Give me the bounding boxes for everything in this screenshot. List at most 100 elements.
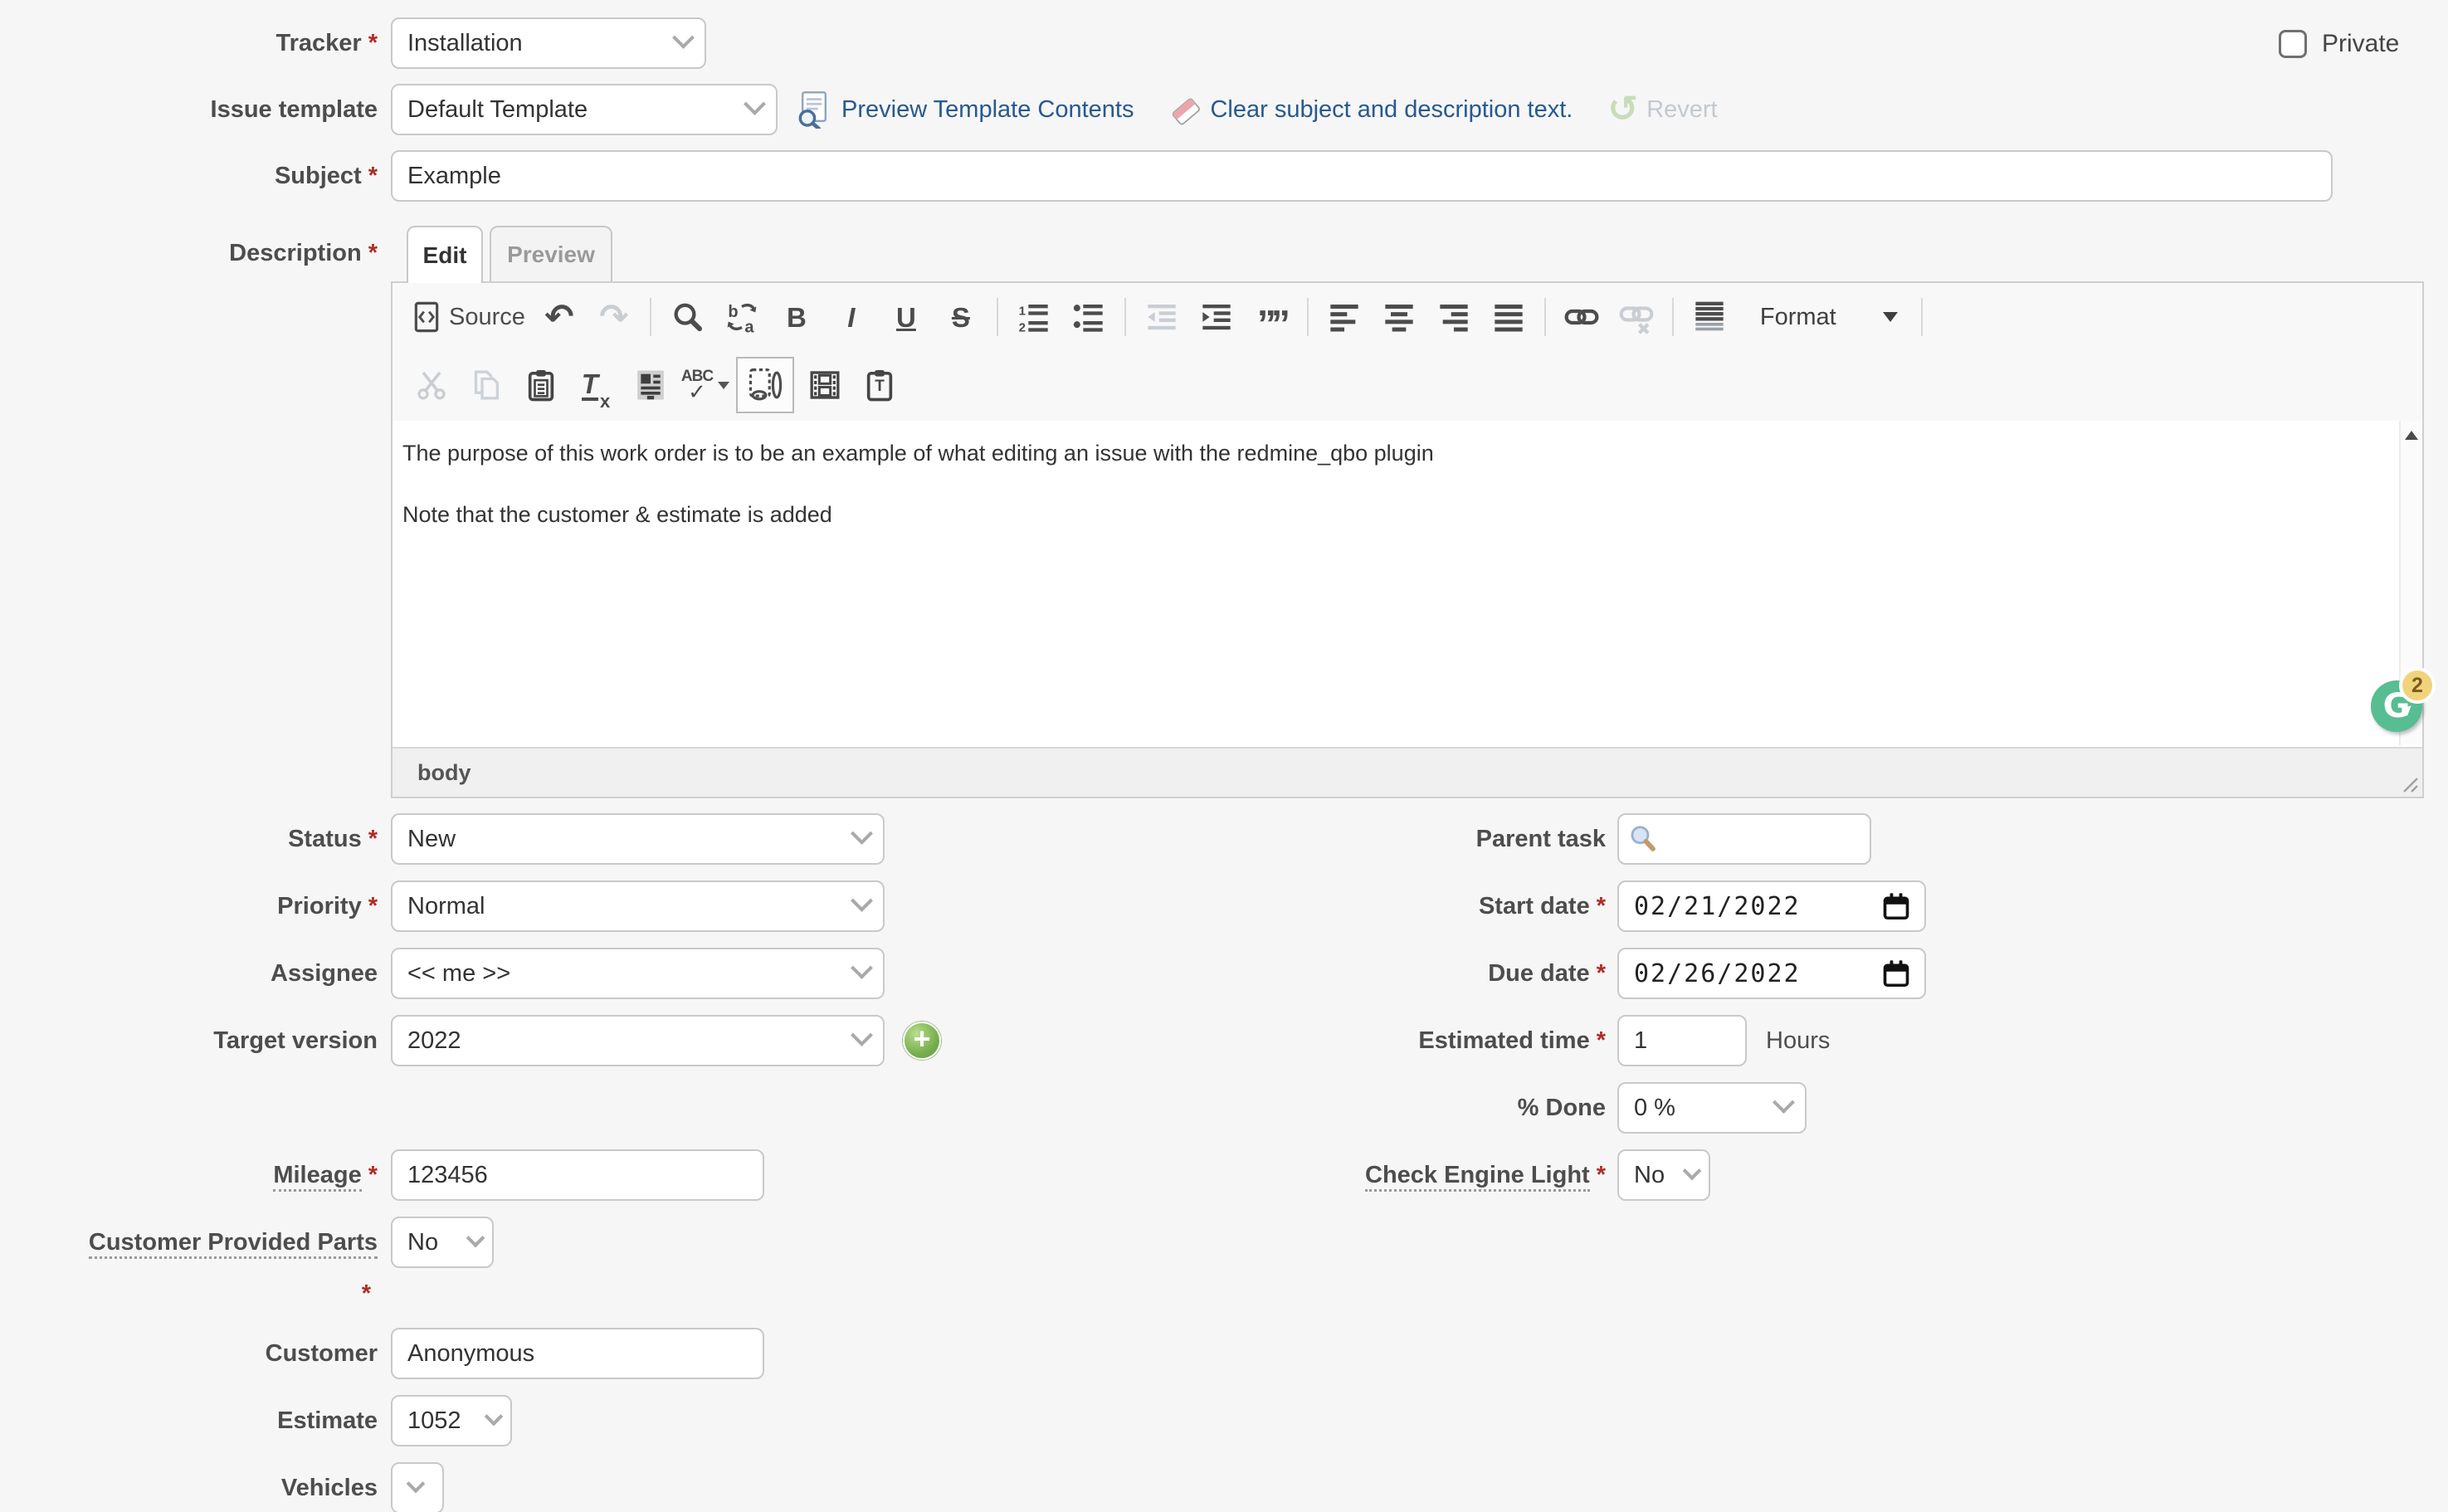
check-engine-light-label: Check Engine Light*	[913, 1149, 1606, 1201]
copy-button[interactable]	[459, 359, 514, 411]
revert-link[interactable]: Revert	[1646, 96, 1717, 124]
select-all-button[interactable]	[623, 359, 678, 411]
search-icon	[671, 300, 704, 334]
outdent-button[interactable]	[1134, 291, 1189, 343]
start-date-label: Start date*	[913, 880, 1606, 932]
due-date-label: Due date*	[913, 948, 1606, 999]
strikethrough-button[interactable]: S	[934, 291, 988, 343]
indent-button[interactable]	[1189, 291, 1244, 343]
tracker-select[interactable]: Installation	[391, 17, 706, 69]
spell-check-button[interactable]: ABC ✓	[678, 359, 733, 411]
element-path-bar: body	[393, 747, 2422, 797]
due-date-input[interactable]: 02/26/2022	[1617, 948, 1926, 999]
calendar-icon[interactable]	[1881, 958, 1911, 988]
description-label: Description*	[0, 226, 378, 281]
undo-button[interactable]: ↶	[532, 291, 587, 343]
copy-icon	[470, 368, 503, 402]
check-engine-light-select[interactable]: No	[1617, 1149, 1710, 1201]
customer-label: Customer	[0, 1328, 378, 1379]
chevron-down-icon	[466, 1229, 485, 1248]
redo-button[interactable]: ↷	[587, 291, 641, 343]
chevron-down-icon	[672, 27, 695, 49]
clear-text-link[interactable]: Clear subject and description text.	[1210, 96, 1573, 124]
widget-placeholder-icon	[748, 368, 783, 402]
customer-provided-parts-label: Customer Provided Parts	[0, 1217, 378, 1268]
status-select[interactable]: New	[391, 813, 885, 865]
toolbar-row-2: Tx ABC ✓	[404, 351, 907, 419]
chevron-down-icon	[1683, 1162, 1702, 1181]
target-version-select[interactable]: 2022	[391, 1015, 885, 1066]
remove-format-button[interactable]: Tx	[568, 359, 623, 411]
parent-task-input[interactable]	[1617, 813, 1871, 865]
widget-placeholder-button[interactable]	[736, 357, 794, 413]
editor-content[interactable]: The purpose of this work order is to be …	[393, 421, 2422, 745]
vehicles-label: Vehicles	[0, 1462, 378, 1512]
priority-label: Priority*	[0, 880, 378, 932]
target-version-label: Target version	[0, 1015, 378, 1066]
align-right-button[interactable]	[1426, 291, 1481, 343]
link-button[interactable]	[1554, 291, 1609, 343]
media-embed-button[interactable]	[797, 359, 852, 411]
calendar-icon[interactable]	[1881, 891, 1911, 921]
tab-preview[interactable]: Preview	[490, 226, 612, 281]
paste-button[interactable]	[514, 359, 568, 411]
align-left-button[interactable]	[1317, 291, 1372, 343]
description-editor: Source ↶ ↷ ba B I U S 12	[391, 281, 2424, 798]
format-dropdown[interactable]: Format	[1737, 291, 1899, 343]
eraser-icon	[1168, 92, 1203, 127]
film-icon	[808, 368, 841, 402]
indent-icon	[1200, 300, 1233, 334]
numbered-list-button[interactable]: 12	[1007, 291, 1061, 343]
align-right-icon	[1437, 300, 1470, 334]
numbered-list-icon: 12	[1017, 300, 1051, 334]
percent-done-label: % Done	[913, 1082, 1606, 1134]
bold-button[interactable]: B	[769, 291, 824, 343]
italic-button[interactable]: I	[824, 291, 879, 343]
resize-grip-icon[interactable]	[2396, 770, 2419, 793]
chevron-down-icon	[851, 890, 873, 912]
unlink-button[interactable]	[1609, 291, 1664, 343]
private-checkbox[interactable]	[2279, 30, 2307, 58]
underline-button[interactable]: U	[879, 291, 934, 343]
estimate-select[interactable]: 1052	[391, 1395, 512, 1446]
issue-template-value: Default Template	[407, 96, 588, 124]
customer-provided-parts-select[interactable]: No	[391, 1217, 494, 1268]
replace-button[interactable]: ba	[714, 291, 769, 343]
assignee-select[interactable]: << me >>	[391, 948, 885, 999]
element-path[interactable]: body	[417, 760, 471, 786]
svg-text:a: a	[744, 318, 754, 334]
mileage-input[interactable]: 123456	[391, 1149, 764, 1201]
issue-template-label: Issue template	[0, 84, 378, 135]
start-date-input[interactable]: 02/21/2022	[1617, 880, 1926, 932]
hours-suffix: Hours	[1766, 1015, 1830, 1066]
chevron-down-icon	[851, 822, 873, 845]
align-justify-button[interactable]	[1481, 291, 1536, 343]
customer-input[interactable]: Anonymous	[391, 1328, 764, 1379]
mileage-label: Mileage*	[0, 1149, 378, 1201]
subject-value: Example	[407, 163, 501, 190]
div-container-button[interactable]	[1682, 291, 1737, 343]
status-label: Status*	[0, 813, 378, 865]
caret-down-icon	[1883, 312, 1898, 322]
preview-template-icon	[795, 90, 833, 129]
subject-input[interactable]: Example	[391, 150, 2333, 202]
bulleted-list-button[interactable]	[1061, 291, 1116, 343]
percent-done-select[interactable]: 0 %	[1617, 1082, 1807, 1134]
select-all-icon	[634, 368, 667, 402]
cut-icon	[415, 368, 448, 402]
vehicles-select[interactable]	[391, 1462, 444, 1512]
source-button[interactable]: Source	[404, 291, 532, 343]
issue-template-select[interactable]: Default Template	[391, 84, 778, 135]
paste-text-button[interactable]: T	[852, 359, 907, 411]
svg-text:2: 2	[1019, 321, 1026, 334]
tracker-label: Tracker*	[0, 17, 378, 69]
cut-button[interactable]	[404, 359, 459, 411]
align-center-button[interactable]	[1372, 291, 1426, 343]
priority-select[interactable]: Normal	[391, 880, 885, 932]
blockquote-button[interactable]: ””	[1244, 285, 1299, 349]
find-button[interactable]	[660, 291, 714, 343]
align-center-icon	[1382, 300, 1416, 334]
estimated-time-input[interactable]: 1	[1617, 1015, 1747, 1066]
preview-template-link[interactable]: Preview Template Contents	[841, 96, 1134, 124]
tab-edit[interactable]: Edit	[407, 226, 483, 283]
